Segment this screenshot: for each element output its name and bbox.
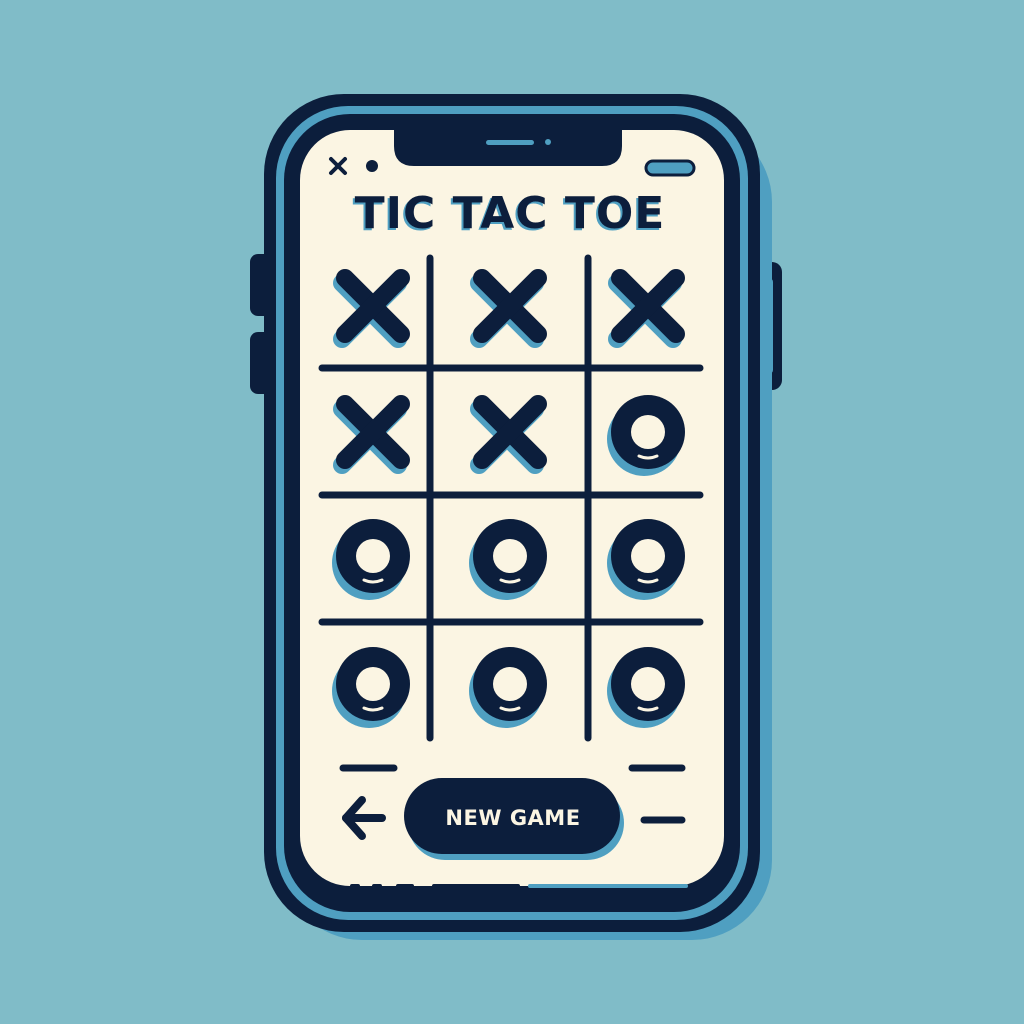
screen (300, 130, 724, 886)
dot-icon (366, 160, 378, 172)
phone-illustration (250, 94, 782, 940)
game-title: TIC TAC TOE (354, 188, 666, 239)
battery-icon (644, 159, 696, 177)
new-game-button[interactable] (404, 778, 620, 854)
notch (394, 128, 622, 166)
